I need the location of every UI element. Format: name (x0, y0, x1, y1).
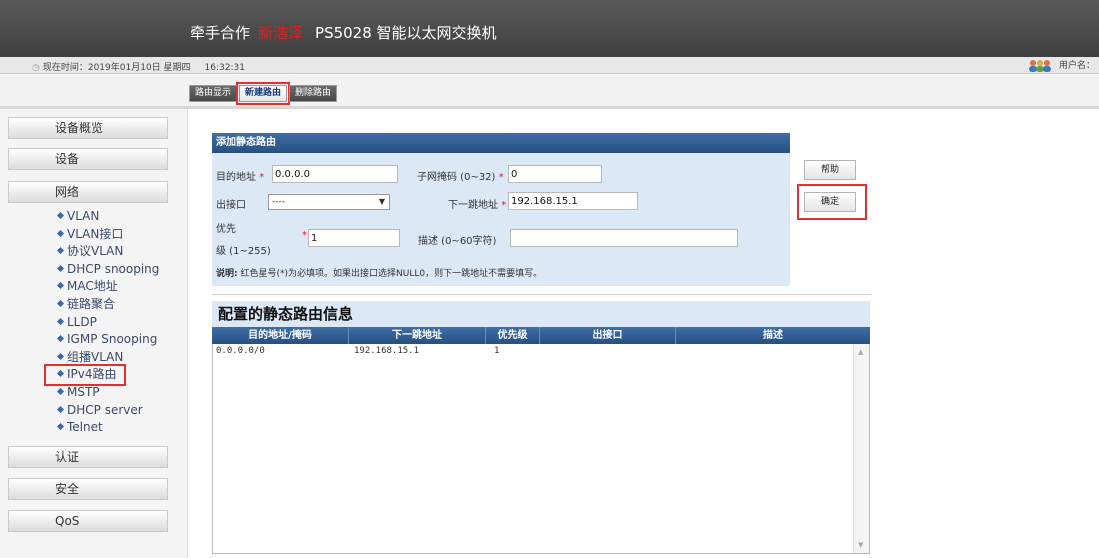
bullet-icon (56, 423, 65, 431)
table-title: 配置的静态路由信息 (212, 301, 870, 327)
model-title: PS5028 智能以太网交换机 (315, 24, 497, 42)
network-submenu: VLAN VLAN接口 协议VLAN DHCP snooping MAC地址 链… (44, 208, 186, 437)
bullet-icon (56, 335, 65, 343)
time-label: 现在时间：2019年01月10日 星期四 (42, 63, 191, 73)
clock-icon: ◷ (32, 63, 40, 73)
tab-bar: 路由显示 新建路由 删除路由 (189, 82, 338, 105)
confirm-button[interactable]: 确定 (804, 192, 856, 212)
cell-dest-mask: 0.0.0.0/0 (216, 346, 265, 356)
sidebar: 设备概览 设备 网络 VLAN VLAN接口 协议VLAN DHCP snoop… (0, 109, 188, 558)
brand-title: 牵手合作 新浩泽 PS5028 智能以太网交换机 (190, 22, 497, 43)
sidebar-item-ipv4-routing[interactable]: IPv4路由 (44, 364, 126, 386)
iface-label: 出接口 (216, 200, 246, 211)
required-mark: * (501, 200, 507, 211)
cell-priority: 1 (494, 346, 500, 356)
cell-description (681, 344, 841, 358)
col-dest-mask: 目的地址/掩码 (212, 327, 349, 344)
scroll-up-icon[interactable]: ▲ (858, 348, 863, 356)
cell-out-interface (545, 344, 681, 358)
sidebar-item-mstp[interactable]: MSTP (56, 384, 186, 402)
table-scrollbar[interactable]: ▲ ▼ (853, 344, 869, 553)
sidebar-item-mac-address[interactable]: MAC地址 (56, 278, 186, 296)
help-button[interactable]: 帮助 (804, 160, 856, 180)
dest-address-input[interactable] (272, 165, 398, 183)
description-input[interactable] (510, 229, 738, 247)
dest-label: 目的地址 * (216, 172, 265, 183)
current-time: ◷ 现在时间：2019年01月10日 星期四 16:32:31 (32, 60, 245, 73)
bullet-icon (56, 264, 65, 272)
col-description: 描述 (763, 330, 783, 341)
tab-row: 路由显示 新建路由 删除路由 (0, 75, 1099, 109)
bullet-icon (56, 405, 65, 413)
sidebar-item-lldp[interactable]: LLDP (56, 314, 186, 332)
menu-device[interactable]: 设备 (8, 148, 168, 170)
menu-qos[interactable]: QoS (8, 510, 168, 532)
cell-nexthop: 192.168.15.1 (354, 346, 420, 356)
required-mark: * (302, 230, 307, 241)
sidebar-item-multicast-vlan[interactable]: 组播VLAN (56, 349, 186, 367)
desc-label: 描述 (0~60字符) (418, 236, 497, 247)
app-header: 牵手合作 新浩泽 PS5028 智能以太网交换机 (0, 0, 1099, 57)
sidebar-item-igmp-snooping[interactable]: IGMP Snooping (56, 331, 186, 349)
tab-delete-route[interactable]: 删除路由 (289, 85, 338, 102)
menu-authentication[interactable]: 认证 (8, 446, 168, 468)
table-body[interactable]: 0.0.0.0/0 192.168.15.1 1 ▲ ▼ (212, 344, 870, 554)
sidebar-item-vlan[interactable]: VLAN (56, 208, 186, 226)
users-icon (1028, 60, 1051, 72)
sidebar-item-dhcp-snooping[interactable]: DHCP snooping (56, 261, 186, 279)
bullet-icon (56, 387, 65, 395)
table-header: 目的地址/掩码 下一跳地址 优先级 出接口 描述 (212, 327, 870, 344)
add-static-route-panel: 添加静态路由 目的地址 * 子网掩码 (0~32) * 出接口 ----▼ 下一… (212, 133, 790, 286)
time-value: 16:32:31 (204, 63, 245, 73)
user-label: 用户名： (1058, 61, 1095, 71)
scroll-down-icon[interactable]: ▼ (858, 541, 863, 549)
brand-highlight: 新浩泽 (258, 24, 304, 42)
sidebar-item-dhcp-server[interactable]: DHCP server (56, 402, 186, 420)
required-mark: * (498, 172, 504, 183)
static-route-table: 配置的静态路由信息 目的地址/掩码 下一跳地址 优先级 出接口 描述 0.0.0… (212, 301, 870, 556)
bullet-icon (56, 247, 65, 255)
priority-label-1: 优先 (216, 224, 236, 235)
bullet-icon (56, 229, 65, 237)
subnet-mask-input[interactable] (508, 165, 602, 183)
priority-label-2: 级 (1~255) (216, 246, 271, 257)
nexthop-label: 下一跳地址 * (448, 200, 507, 211)
menu-security[interactable]: 安全 (8, 478, 168, 500)
tab-new-route[interactable]: 新建路由 (236, 82, 291, 105)
required-mark: * (259, 172, 265, 183)
main-content: 添加静态路由 目的地址 * 子网掩码 (0~32) * 出接口 ----▼ 下一… (189, 109, 1099, 558)
tab-route-display[interactable]: 路由显示 (189, 85, 238, 102)
mask-label: 子网掩码 (0~32) * (417, 172, 504, 183)
col-nexthop: 下一跳地址 (349, 327, 486, 344)
nexthop-input[interactable] (508, 192, 638, 210)
divider (212, 294, 872, 295)
bullet-icon (56, 317, 65, 325)
sidebar-item-vlan-interface[interactable]: VLAN接口 (56, 226, 186, 244)
priority-input[interactable] (308, 229, 400, 247)
col-priority: 优先级 (486, 327, 540, 344)
col-out-interface: 出接口 (540, 327, 676, 344)
bullet-icon (56, 299, 65, 308)
menu-network[interactable]: 网络 (8, 181, 168, 203)
status-bar: ◷ 现在时间：2019年01月10日 星期四 16:32:31 用户名： (0, 57, 1099, 74)
sidebar-item-link-aggregation[interactable]: 链路聚合 (56, 296, 186, 314)
bullet-icon (56, 352, 65, 360)
menu-device-overview[interactable]: 设备概览 (8, 117, 168, 139)
brand-prefix: 牵手合作 (190, 24, 251, 42)
user-info: 用户名： (1027, 58, 1095, 72)
table-row[interactable]: 0.0.0.0/0 192.168.15.1 1 (213, 344, 869, 358)
panel-title: 添加静态路由 (212, 133, 790, 153)
bullet-icon (56, 211, 65, 220)
sidebar-item-telnet[interactable]: Telnet (56, 419, 186, 437)
bullet-icon (56, 282, 65, 290)
sidebar-item-protocol-vlan[interactable]: 协议VLAN (56, 243, 186, 261)
form-note: 说明: 红色星号(*)为必填项。如果出接口选择NULL0，则下一跳地址不需要填写… (216, 269, 543, 279)
bullet-icon (56, 370, 65, 378)
out-interface-select[interactable]: ---- ▼ (268, 194, 390, 210)
dropdown-arrow-icon: ▼ (378, 197, 385, 206)
